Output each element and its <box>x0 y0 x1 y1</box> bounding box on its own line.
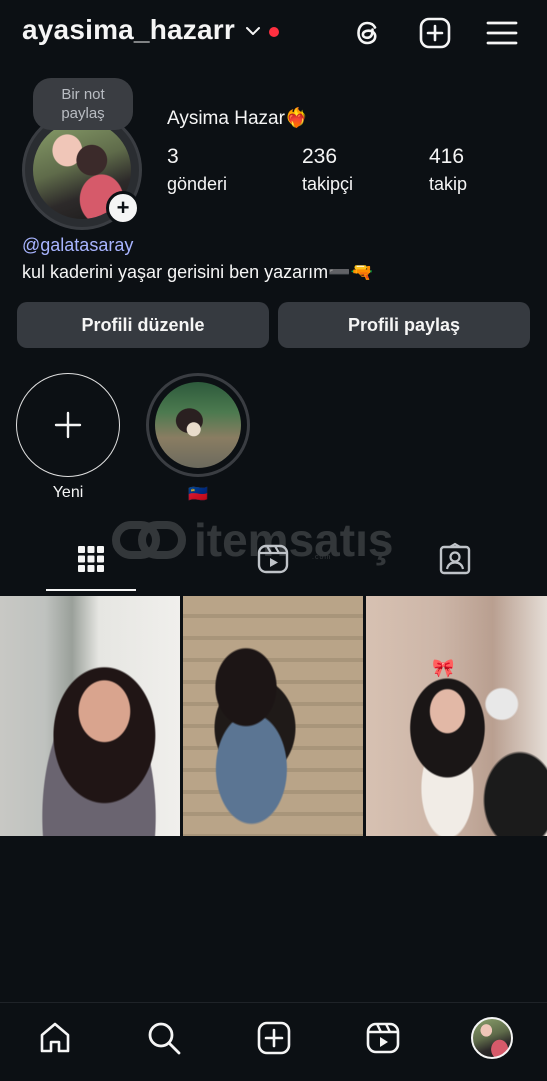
note-line-1: Bir not <box>61 86 105 103</box>
create-post-icon[interactable] <box>256 1020 292 1056</box>
reels-icon[interactable] <box>256 542 290 576</box>
watermark-link-icon <box>112 521 186 559</box>
watermark-suffix: .com <box>312 554 332 561</box>
followers-count[interactable]: 236 <box>302 145 337 169</box>
edit-profile-button[interactable]: Profili düzenle <box>17 302 269 348</box>
bio-mention-link[interactable]: @galatasaray <box>22 235 133 256</box>
note-bubble[interactable]: Bir not paylaş <box>33 78 133 130</box>
share-profile-button[interactable]: Profili paylaş <box>278 302 530 348</box>
post-thumbnail-3[interactable]: 🎀 <box>366 596 547 836</box>
username-title[interactable]: ayasima_hazarr <box>22 14 235 46</box>
plus-icon <box>54 411 82 439</box>
tagged-icon[interactable] <box>438 542 472 576</box>
menu-icon[interactable] <box>485 16 519 50</box>
highlight-label-new: Yeni <box>52 484 84 501</box>
create-icon[interactable] <box>418 16 452 50</box>
active-tab-indicator <box>46 589 136 591</box>
posts-count[interactable]: 3 <box>167 145 179 169</box>
post-thumbnail-1[interactable] <box>0 596 180 836</box>
notification-dot <box>269 27 279 37</box>
watermark-brand: itemsatış <box>194 514 394 566</box>
reels-nav-icon[interactable] <box>365 1020 401 1056</box>
threads-icon[interactable] <box>351 16 385 50</box>
bio-text: kul kaderini yaşar gerisini ben yazarım➖… <box>22 262 373 282</box>
search-icon[interactable] <box>146 1020 182 1056</box>
following-label[interactable]: takip <box>429 174 467 195</box>
bow-decoration: 🎀 <box>432 658 455 678</box>
profile-avatar-nav[interactable] <box>471 1017 513 1059</box>
chevron-down-icon[interactable] <box>244 22 262 40</box>
display-name: Aysima Hazar❤️‍🔥 <box>167 108 309 129</box>
following-count[interactable]: 416 <box>429 145 464 169</box>
home-icon[interactable] <box>37 1020 73 1056</box>
post-thumbnail-2[interactable] <box>183 596 363 836</box>
grid-icon[interactable] <box>74 542 108 576</box>
highlight-item[interactable] <box>146 373 250 477</box>
new-highlight-button[interactable] <box>16 373 120 477</box>
note-line-2: paylaş <box>61 105 105 122</box>
followers-label[interactable]: takipçi <box>302 174 353 195</box>
highlight-label-flag: 🇱🇮 <box>188 486 208 503</box>
posts-label[interactable]: gönderi <box>167 174 227 195</box>
highlight-cover <box>155 382 241 468</box>
add-story-button[interactable]: + <box>106 191 140 225</box>
